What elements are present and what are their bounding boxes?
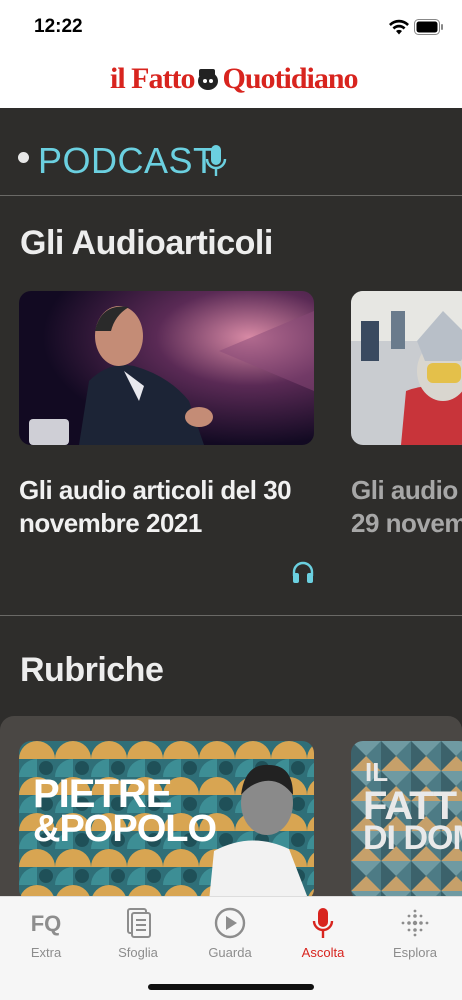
- rubrica-card-1[interactable]: PIETRE &POPOLO: [19, 741, 314, 901]
- rubrica-card-2[interactable]: IL FATT DI DOM: [351, 741, 462, 901]
- section-title: PODCAST: [38, 140, 216, 181]
- audio-card-image-2[interactable]: [351, 291, 462, 445]
- audioarticoli-heading: Gli Audioarticoli: [20, 224, 273, 262]
- audio-card-image-1[interactable]: [19, 291, 314, 445]
- rubrica-card-art: PIETRE &POPOLO: [19, 741, 314, 901]
- bullet-dot: [18, 152, 29, 163]
- app-header: il Fatto Quotidiano: [0, 52, 462, 108]
- microphone-icon: [205, 145, 227, 176]
- tab-label: Guarda: [208, 945, 252, 960]
- audio-card-title-2[interactable]: Gli audio articoli del 29 novembre: [351, 474, 462, 540]
- section-divider: [0, 615, 462, 616]
- tab-label: Ascolta: [301, 945, 345, 960]
- tab-label: Sfoglia: [118, 945, 158, 960]
- tab-label: Extra: [30, 945, 62, 960]
- logo-caricature-icon: [198, 69, 219, 90]
- logo-text-1: il Fatto: [110, 62, 195, 95]
- audio-card-title-2-text: Gli audio articoli del 29 novembre: [351, 475, 462, 538]
- tab-label: Esplora: [392, 945, 438, 960]
- audio-card-photo: [351, 291, 462, 445]
- rubrica-art-text-3: DI DOM: [363, 819, 462, 857]
- rubrica-art-text-1: IL: [365, 757, 388, 787]
- dots-grid-icon: [401, 909, 429, 937]
- status-bar: 12:22: [0, 0, 462, 52]
- tab-esplora[interactable]: Esplora: [369, 907, 461, 960]
- rubrica-card-art: IL FATT DI DOM: [351, 741, 462, 901]
- home-indicator[interactable]: [148, 984, 314, 990]
- tab-sfoglia[interactable]: Sfoglia: [92, 907, 184, 960]
- logo-text-2: Quotidiano: [222, 62, 358, 95]
- audio-card-title-1[interactable]: Gli audio articoli del 30 novembre 2021: [19, 474, 329, 540]
- rubrica-art-text-2: &POPOLO: [33, 808, 216, 850]
- play-icon: [214, 907, 246, 939]
- svg-text:FQ: FQ: [31, 911, 62, 936]
- pages-icon: [127, 908, 151, 938]
- headphones-icon[interactable]: [291, 560, 315, 584]
- wifi-icon: [389, 19, 409, 35]
- battery-icon: [414, 19, 443, 35]
- tab-ascolta[interactable]: Ascolta: [277, 907, 369, 960]
- fq-icon: FQ: [31, 911, 62, 936]
- brand-logo[interactable]: il Fatto Quotidiano: [110, 62, 359, 96]
- rubriche-heading: Rubriche: [20, 651, 164, 689]
- audio-card-photo: [19, 291, 314, 445]
- mic-icon: [312, 908, 334, 938]
- tab-extra[interactable]: FQ Extra: [0, 907, 92, 960]
- tab-guarda[interactable]: Guarda: [184, 907, 276, 960]
- status-time: 12:22: [34, 16, 83, 37]
